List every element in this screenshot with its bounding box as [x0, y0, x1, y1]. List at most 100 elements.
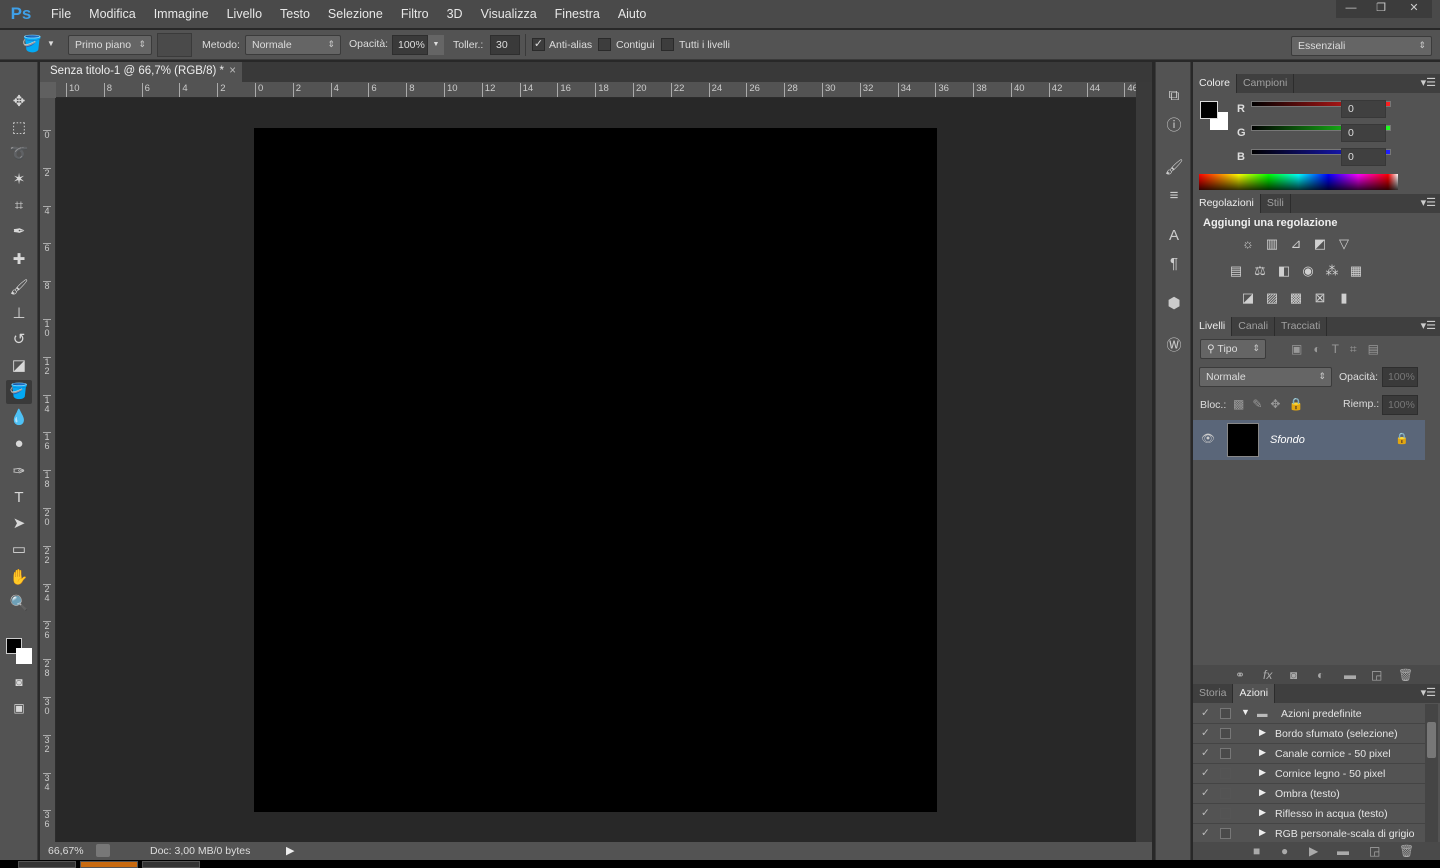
posterize-icon[interactable]: ▨ — [1264, 291, 1280, 305]
zoom-tool[interactable]: 🔍 — [6, 592, 32, 616]
clone-stamp-tool[interactable]: ⊥ — [6, 302, 32, 326]
menu-aiuto[interactable]: Aiuto — [609, 7, 656, 21]
tolerance-input[interactable]: 30 — [490, 35, 520, 55]
b-value[interactable]: 0 — [1341, 148, 1386, 166]
magic-wand-tool[interactable]: ✶ — [6, 168, 32, 192]
hand-tool[interactable]: ✋ — [6, 566, 32, 590]
minimize-button[interactable]: — — [1336, 0, 1366, 18]
levels-icon[interactable]: ▥ — [1264, 237, 1280, 251]
tab-canali[interactable]: Canali — [1232, 317, 1276, 336]
vibrance-icon[interactable]: ▽ — [1336, 237, 1352, 251]
adjustment-layer-icon[interactable]: ◐ — [1317, 668, 1324, 682]
dialog-toggle[interactable] — [1220, 768, 1231, 779]
dialog-toggle[interactable] — [1220, 788, 1231, 799]
color-lookup-icon[interactable]: ▦ — [1348, 264, 1364, 278]
status-menu-arrow-icon[interactable]: ▶ — [286, 844, 294, 857]
photo-filter-icon[interactable]: ◉ — [1300, 264, 1316, 278]
brightness-contrast-icon[interactable]: ☼ — [1240, 237, 1256, 251]
curves-icon[interactable]: ⊿ — [1288, 237, 1304, 251]
threshold-icon[interactable]: ▩ — [1288, 291, 1304, 305]
gradient-map-icon[interactable]: ▮ — [1336, 291, 1352, 305]
menu-file[interactable]: File — [42, 7, 80, 21]
menu-livello[interactable]: Livello — [218, 7, 271, 21]
fill-input[interactable]: 100% — [1382, 395, 1418, 415]
menu-testo[interactable]: Testo — [271, 7, 319, 21]
taskbar-app-files[interactable] — [80, 861, 138, 868]
eyedropper-tool[interactable]: ✒ — [6, 220, 32, 244]
exposure-icon[interactable]: ◩ — [1312, 237, 1328, 251]
trash-icon[interactable]: 🗑 — [1398, 668, 1413, 682]
panel-menu-icon[interactable]: ▾☰ — [1421, 76, 1436, 89]
tab-storia[interactable]: Storia — [1193, 684, 1234, 703]
tab-regolazioni[interactable]: Regolazioni — [1193, 194, 1261, 213]
panel-menu-icon[interactable]: ▾☰ — [1421, 686, 1436, 699]
vertical-scrollbar[interactable] — [1136, 82, 1152, 842]
lock-icons[interactable]: ▩✎✥🔒 — [1233, 397, 1311, 411]
new-set-icon[interactable]: ▬ — [1337, 844, 1349, 858]
document-canvas[interactable] — [254, 128, 937, 812]
stop-icon[interactable]: ■ — [1253, 844, 1260, 858]
layer-filter-icons[interactable]: ▣◐T⌗▤ — [1291, 342, 1390, 357]
taskbar-app-photoshop[interactable] — [142, 861, 200, 868]
check-icon[interactable]: ✓ — [1201, 827, 1210, 839]
3d-info-icon[interactable]: ⧉ — [1164, 86, 1184, 106]
expand-down-icon[interactable]: ▼ — [1241, 707, 1250, 717]
visibility-eye-icon[interactable]: 👁 — [1201, 432, 1215, 445]
pen-tool[interactable]: ✑ — [6, 460, 32, 484]
tab-campioni[interactable]: Campioni — [1237, 74, 1295, 93]
menu-filtro[interactable]: Filtro — [392, 7, 438, 21]
menu-modifica[interactable]: Modifica — [80, 7, 145, 21]
tab-stili[interactable]: Stili — [1261, 194, 1291, 213]
rectangle-tool[interactable]: ▭ — [6, 538, 32, 562]
check-icon[interactable]: ✓ — [1201, 707, 1210, 719]
new-layer-icon[interactable]: ◲ — [1371, 668, 1382, 682]
screen-mode-icon[interactable]: ▣ — [6, 696, 32, 720]
actions-scrollbar[interactable] — [1425, 704, 1438, 842]
check-icon[interactable]: ✓ — [1201, 787, 1210, 799]
document-tab[interactable]: Senza titolo-1 @ 66,7% (RGB/8) * × — [40, 62, 242, 82]
record-icon[interactable]: ● — [1281, 844, 1288, 858]
trash-icon[interactable]: 🗑 — [1399, 844, 1414, 858]
history-brush-tool[interactable]: ↺ — [6, 328, 32, 352]
ruler-origin[interactable] — [40, 82, 56, 98]
dialog-toggle[interactable] — [1220, 708, 1231, 719]
g-value[interactable]: 0 — [1341, 124, 1386, 142]
menu-visualizza[interactable]: Visualizza — [472, 7, 546, 21]
paint-bucket-icon[interactable]: 🪣 — [22, 34, 42, 54]
r-value[interactable]: 0 — [1341, 100, 1386, 118]
play-icon[interactable]: ▶ — [1309, 844, 1318, 858]
menu-finestra[interactable]: Finestra — [546, 7, 609, 21]
type-tool[interactable]: T — [6, 486, 32, 510]
contiguous-checkbox[interactable] — [598, 38, 611, 51]
dialog-toggle[interactable] — [1220, 728, 1231, 739]
close-document-icon[interactable]: × — [229, 65, 236, 77]
all-layers-checkbox[interactable] — [661, 38, 674, 51]
paint-bucket-tool[interactable]: 🪣 — [6, 380, 32, 404]
character-icon[interactable]: A — [1164, 226, 1184, 246]
action-row[interactable]: ✓ ▶ Bordo sfumato (selezione) — [1193, 724, 1425, 744]
check-icon[interactable]: ✓ — [1201, 727, 1210, 739]
antialias-checkbox[interactable]: ✓ — [532, 38, 545, 51]
method-select[interactable]: Normale — [245, 35, 341, 55]
layer-row-sfondo[interactable]: 👁 Sfondo 🔒 — [1193, 420, 1425, 460]
tab-livelli[interactable]: Livelli — [1193, 317, 1233, 336]
expand-icon[interactable]: ▶ — [1259, 727, 1266, 738]
panel-menu-icon[interactable]: ▾☰ — [1421, 319, 1436, 332]
menu-3d[interactable]: 3D — [438, 7, 472, 21]
layer-opacity-input[interactable]: 100% — [1382, 367, 1418, 387]
pattern-picker[interactable] — [157, 33, 192, 57]
new-action-icon[interactable]: ◲ — [1369, 844, 1380, 858]
restore-button[interactable]: ❐ — [1366, 0, 1396, 18]
black-white-icon[interactable]: ◧ — [1276, 264, 1292, 278]
spot-healing-tool[interactable]: ✚ — [6, 248, 32, 272]
invert-icon[interactable]: ◪ — [1240, 291, 1256, 305]
group-folder-icon[interactable]: ▬ — [1344, 668, 1356, 682]
layer-name[interactable]: Sfondo — [1270, 434, 1305, 446]
check-icon[interactable]: ✓ — [1201, 747, 1210, 759]
lasso-tool[interactable]: ➰ — [6, 142, 32, 166]
quick-mask-icon[interactable]: ◙ — [6, 670, 32, 694]
menu-immagine[interactable]: Immagine — [145, 7, 218, 21]
layer-filter-select[interactable]: ⚲ Tipo — [1200, 339, 1266, 359]
mask-icon[interactable]: ◙ — [1290, 668, 1297, 682]
expand-icon[interactable]: ▶ — [1259, 827, 1266, 838]
